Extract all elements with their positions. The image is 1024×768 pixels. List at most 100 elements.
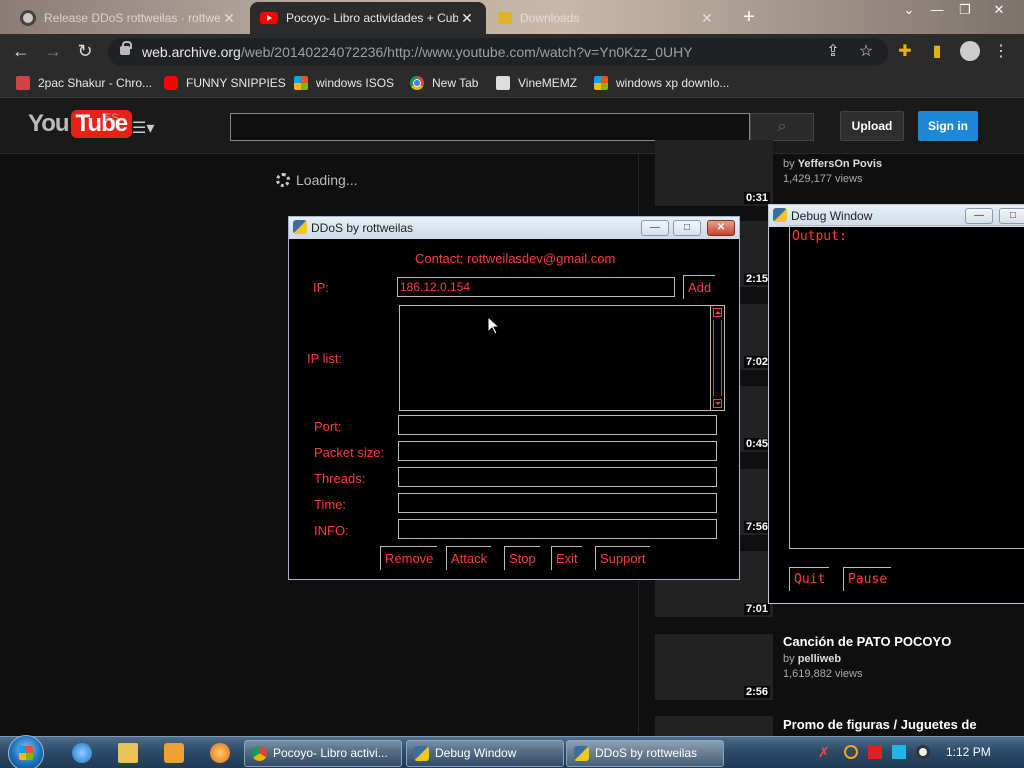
port-input[interactable] bbox=[398, 415, 717, 435]
file-explorer-icon[interactable] bbox=[118, 743, 138, 763]
extensions-icon[interactable]: ✚ bbox=[894, 41, 916, 63]
guide-menu-icon[interactable]: ☰▾ bbox=[132, 118, 154, 138]
back-button[interactable]: ← bbox=[10, 41, 32, 63]
forward-button[interactable]: → bbox=[42, 41, 64, 63]
minimize-button[interactable]: — bbox=[965, 208, 993, 224]
upload-button[interactable]: Upload bbox=[840, 111, 904, 141]
tray-tool-icon[interactable]: ✗ bbox=[818, 745, 832, 759]
minimize-button[interactable]: — bbox=[641, 220, 669, 236]
tray-search-icon[interactable] bbox=[844, 745, 858, 759]
taskbar-ddos-button[interactable]: DDoS by rottweilas bbox=[566, 740, 724, 767]
info-input[interactable] bbox=[398, 519, 717, 539]
window-titlebar[interactable]: Debug Window — □ bbox=[769, 205, 1024, 227]
pause-button[interactable]: Pause bbox=[843, 567, 892, 591]
bookmark-new-tab[interactable]: New Tab bbox=[410, 76, 478, 90]
media-player-icon[interactable] bbox=[164, 743, 184, 763]
support-button[interactable]: Support bbox=[595, 546, 650, 570]
video-duration: 0:45 bbox=[743, 438, 770, 450]
listbox-scrollbar[interactable] bbox=[710, 306, 724, 410]
channel-name[interactable]: YeffersOn Povis bbox=[798, 158, 882, 170]
bookmark-funny-snippies[interactable]: FUNNY SNIPPIES bbox=[164, 76, 286, 90]
ddos-window: DDoS by rottweilas — □ ✕ Contact: rottwe… bbox=[288, 216, 740, 580]
tray-app-icon[interactable] bbox=[916, 745, 930, 759]
quit-button[interactable]: Quit bbox=[789, 567, 830, 591]
signin-button[interactable]: Sign in bbox=[918, 111, 978, 141]
bookmark-windows-isos[interactable]: windows ISOS bbox=[294, 76, 394, 90]
channel-name[interactable]: pelliweb bbox=[798, 653, 841, 665]
close-button[interactable]: ✕ bbox=[707, 220, 735, 236]
new-tab-button[interactable]: + bbox=[738, 6, 760, 29]
video-thumbnail[interactable] bbox=[655, 716, 773, 736]
profile-avatar[interactable] bbox=[960, 41, 980, 61]
paint-icon[interactable] bbox=[210, 743, 230, 763]
stop-button[interactable]: Stop bbox=[504, 546, 540, 570]
tab-release-ddos[interactable]: Release DDoS rottweilas · rottwe ✕ bbox=[10, 2, 248, 34]
video-views: 1,429,177 views bbox=[783, 173, 863, 185]
packet-size-label: Packet size: bbox=[314, 445, 385, 460]
threads-label: Threads: bbox=[314, 471, 366, 486]
maximize-button[interactable]: □ bbox=[673, 220, 701, 236]
scroll-down-icon[interactable] bbox=[713, 399, 722, 408]
search-icon: ⌕ bbox=[777, 118, 787, 135]
restore-icon[interactable]: ❐ bbox=[952, 0, 978, 22]
video-thumbnail[interactable]: 0:31 bbox=[655, 140, 773, 206]
bookmark-windows-xp[interactable]: windows xp downlo... bbox=[594, 76, 729, 90]
ip-input[interactable]: 186.12.0.154 bbox=[397, 277, 675, 297]
close-icon[interactable]: ✕ bbox=[458, 10, 476, 27]
tab-downloads[interactable]: Downloads ✕ bbox=[488, 2, 726, 34]
address-bar[interactable]: web.archive.org/web/20140224072236/http:… bbox=[108, 38, 888, 66]
python-icon bbox=[293, 220, 307, 234]
url-path: /web/20140224072236/http://www.youtube.c… bbox=[240, 44, 693, 60]
search-button[interactable]: ⌕ bbox=[750, 113, 814, 141]
side-panel-icon[interactable]: ▮ bbox=[926, 41, 948, 63]
bookmark-vinememz[interactable]: VineMEMZ bbox=[496, 76, 577, 90]
search-input[interactable] bbox=[230, 113, 750, 141]
attack-button[interactable]: Attack bbox=[446, 546, 492, 570]
bookmark-label: windows xp downlo... bbox=[616, 76, 730, 90]
github-icon bbox=[20, 10, 36, 26]
tray-flag-icon[interactable] bbox=[868, 745, 882, 759]
debug-output-area[interactable]: Output: bbox=[789, 225, 1024, 549]
tray-display-icon[interactable] bbox=[892, 745, 906, 759]
system-clock[interactable]: 1:12 PM bbox=[946, 745, 991, 759]
ip-listbox[interactable] bbox=[399, 305, 725, 411]
share-icon[interactable]: ⇪ bbox=[822, 41, 844, 63]
add-button[interactable]: Add bbox=[683, 275, 716, 299]
maximize-button[interactable]: □ bbox=[999, 208, 1024, 224]
time-label: Time: bbox=[314, 497, 347, 512]
video-duration: 2:15 bbox=[743, 273, 770, 285]
window-titlebar[interactable]: DDoS by rottweilas — □ ✕ bbox=[289, 217, 739, 239]
exit-button[interactable]: Exit bbox=[551, 546, 582, 570]
minimize-icon[interactable]: — bbox=[924, 0, 950, 22]
video-thumbnail[interactable]: 2:56 bbox=[655, 634, 773, 700]
time-input[interactable] bbox=[398, 493, 717, 513]
scroll-up-icon[interactable] bbox=[713, 308, 722, 317]
packet-size-input[interactable] bbox=[398, 441, 717, 461]
video-title[interactable]: Promo de figuras / Juguetes de bbox=[783, 717, 977, 732]
taskbar-debug-window-button[interactable]: Debug Window bbox=[406, 740, 564, 767]
by-prefix: by bbox=[783, 158, 795, 170]
bookmark-2pac[interactable]: 2pac Shakur - Chro... bbox=[16, 76, 152, 90]
tab-search-icon[interactable]: ⌄ bbox=[896, 0, 922, 22]
scroll-thumb[interactable] bbox=[713, 320, 722, 396]
logo-tube: Tube bbox=[70, 110, 133, 138]
youtube-header: You Tube ES ☰▾ ⌕ Upload Sign in bbox=[0, 98, 1024, 154]
video-title[interactable]: Canción de PATO POCOYO bbox=[783, 634, 951, 649]
remove-button[interactable]: Remove bbox=[380, 546, 438, 570]
menu-icon[interactable]: ⋮ bbox=[990, 41, 1012, 63]
video-views: 1,619,882 views bbox=[783, 668, 863, 680]
close-icon[interactable]: ✕ bbox=[698, 10, 716, 27]
close-window-icon[interactable]: ✕ bbox=[986, 0, 1012, 22]
threads-input[interactable] bbox=[398, 467, 717, 487]
reload-button[interactable]: ↻ bbox=[74, 41, 96, 63]
start-button[interactable] bbox=[8, 735, 44, 768]
bookmark-star-icon[interactable]: ☆ bbox=[855, 41, 877, 63]
screen: Release DDoS rottweilas · rottwe ✕ Pocoy… bbox=[0, 0, 1024, 768]
output-label: Output: bbox=[792, 229, 847, 244]
tab-pocoyo[interactable]: Pocoyo- Libro actividades + Cub ✕ bbox=[250, 2, 486, 34]
close-icon[interactable]: ✕ bbox=[220, 10, 238, 27]
taskbar-chrome-button[interactable]: Pocoyo- Libro activi... bbox=[244, 740, 402, 767]
internet-explorer-icon[interactable] bbox=[72, 743, 92, 763]
bookmark-label: windows ISOS bbox=[316, 76, 395, 90]
video-duration: 7:02 bbox=[743, 356, 770, 368]
